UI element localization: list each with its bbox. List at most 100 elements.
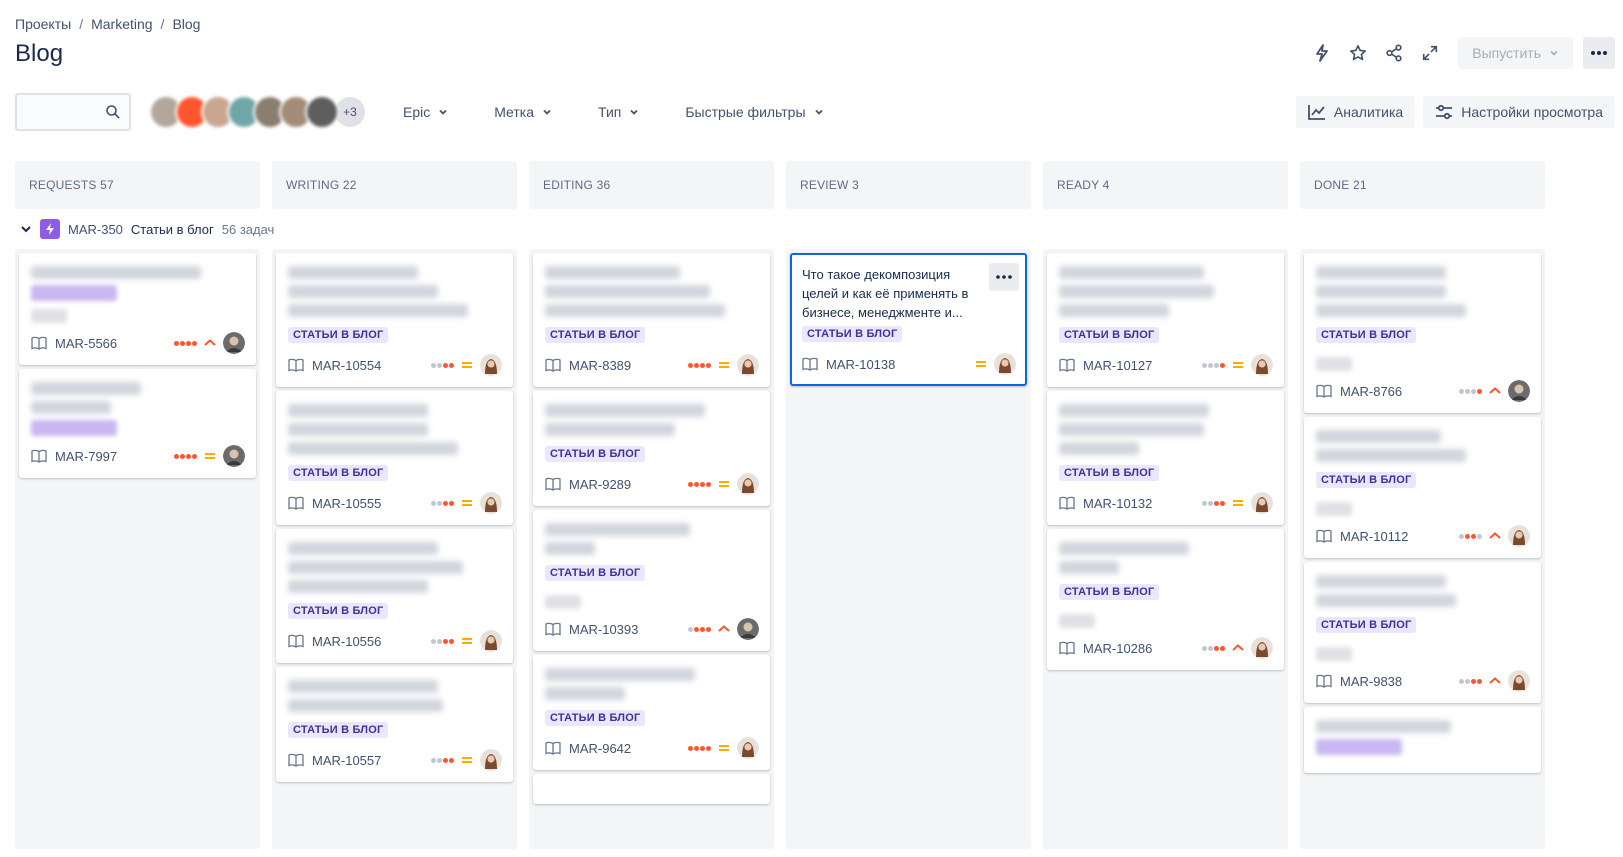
assignee-avatar[interactable]	[223, 332, 245, 354]
automation-icon[interactable]	[1306, 37, 1338, 69]
issue-key[interactable]: MAR-9642	[569, 741, 631, 756]
release-button[interactable]: Выпустить	[1458, 37, 1573, 69]
issue-key[interactable]: MAR-10554	[312, 358, 381, 373]
issue-card[interactable]: СТАТЬИ В БЛОГ MAR-10127	[1047, 253, 1284, 387]
assignee-avatar[interactable]	[480, 354, 502, 376]
assignee-avatar[interactable]	[737, 737, 759, 759]
card-more-button[interactable]	[989, 263, 1019, 291]
issue-card[interactable]: MAR-5566	[19, 253, 256, 365]
assignee-avatar[interactable]	[737, 354, 759, 376]
lane-writing: СТАТЬИ В БЛОГ MAR-10554 СТАТЬИ В БЛОГ MA…	[272, 249, 517, 849]
epic-label: СТАТЬИ В БЛОГ	[545, 565, 646, 581]
chevron-down-icon	[439, 109, 447, 115]
issue-card[interactable]: СТАТЬИ В БЛОГ MAR-8766	[1304, 253, 1541, 413]
issue-card[interactable]: СТАТЬИ В БЛОГ MAR-10557	[276, 667, 513, 782]
card-title: Что такое декомпозиция целей и как её пр…	[802, 267, 969, 320]
assignee-avatar[interactable]	[1251, 354, 1273, 376]
analytics-button[interactable]: Аналитика	[1295, 96, 1416, 128]
swimlane-header[interactable]: MAR-350 Статьи в блог 56 задач	[20, 219, 274, 239]
issue-key[interactable]: MAR-7997	[55, 449, 117, 464]
column-header-ready[interactable]: READY 4	[1043, 161, 1288, 209]
issue-card[interactable]: СТАТЬИ В БЛОГ MAR-10286	[1047, 529, 1284, 670]
more-icon	[1591, 51, 1607, 55]
assignee-avatar[interactable]	[223, 445, 245, 467]
avatar[interactable]	[305, 95, 339, 129]
card-title-blurred	[1059, 304, 1169, 317]
fullscreen-icon[interactable]	[1414, 37, 1446, 69]
issue-key[interactable]: MAR-9838	[1340, 674, 1402, 689]
issue-card[interactable]: СТАТЬИ В БЛОГ MAR-10132	[1047, 391, 1284, 525]
issue-card[interactable]: СТАТЬИ В БЛОГ MAR-10556	[276, 529, 513, 663]
epic-label: СТАТЬИ В БЛОГ	[1059, 584, 1160, 600]
issue-card[interactable]: СТАТЬИ В БЛОГ MAR-10112	[1304, 417, 1541, 558]
issue-card[interactable]: СТАТЬИ В БЛОГ MAR-10393	[533, 510, 770, 651]
issue-card[interactable]	[1304, 707, 1541, 773]
assignee-avatar[interactable]	[480, 492, 502, 514]
issue-card[interactable]: СТАТЬИ В БЛОГ MAR-10555	[276, 391, 513, 525]
issue-card[interactable]: MAR-7997	[19, 369, 256, 478]
issue-key[interactable]: MAR-10132	[1083, 496, 1152, 511]
card-title-blurred	[1059, 423, 1204, 436]
column-header-writing[interactable]: WRITING 22	[272, 161, 517, 209]
card-estimate-blurred	[1059, 614, 1095, 628]
issue-key[interactable]: MAR-10138	[826, 357, 895, 372]
breadcrumb-blog[interactable]: Blog	[172, 16, 200, 32]
assignee-avatar[interactable]	[1508, 525, 1530, 547]
issue-key[interactable]: MAR-10286	[1083, 641, 1152, 656]
filter-type[interactable]: Тип	[588, 96, 649, 128]
column-header-review[interactable]: REVIEW 3	[786, 161, 1031, 209]
issue-card[interactable]: СТАТЬИ В БЛОГ MAR-10554	[276, 253, 513, 387]
card-title-blurred	[288, 404, 428, 417]
assignee-avatar[interactable]	[1508, 380, 1530, 402]
issue-key[interactable]: MAR-9289	[569, 477, 631, 492]
issue-key[interactable]: MAR-10127	[1083, 358, 1152, 373]
story-icon	[288, 496, 304, 510]
issue-key[interactable]: MAR-10112	[1340, 529, 1408, 544]
assignee-avatar[interactable]	[1251, 492, 1273, 514]
chevron-down-icon[interactable]	[20, 223, 32, 235]
column-header-done[interactable]: DONE 21	[1300, 161, 1545, 209]
card-title-blurred	[545, 404, 705, 417]
card-title-blurred	[1316, 449, 1466, 462]
assignee-avatar[interactable]	[480, 630, 502, 652]
column-header-editing[interactable]: EDITING 36	[529, 161, 774, 209]
issue-key[interactable]: MAR-10557	[312, 753, 381, 768]
issue-card[interactable]: СТАТЬИ В БЛОГ MAR-9838	[1304, 562, 1541, 703]
card-title-blurred	[545, 668, 695, 681]
swimlane-key[interactable]: MAR-350	[68, 222, 123, 237]
more-actions-button[interactable]	[1583, 37, 1615, 69]
filter-epic[interactable]: Epic	[393, 96, 458, 128]
story-icon	[1316, 674, 1332, 688]
share-icon[interactable]	[1378, 37, 1410, 69]
breadcrumb-separator: /	[79, 16, 84, 32]
issue-key[interactable]: MAR-10555	[312, 496, 381, 511]
column-header-requests[interactable]: REQUESTS 57	[15, 161, 260, 209]
search-input[interactable]	[17, 95, 97, 129]
issue-card-selected[interactable]: Что такое декомпозиция целей и как её пр…	[790, 253, 1027, 386]
filter-quick[interactable]: Быстрые фильтры	[675, 96, 833, 128]
issue-key[interactable]: MAR-8389	[569, 358, 631, 373]
assignee-avatar[interactable]	[1251, 637, 1273, 659]
assignee-avatar[interactable]	[1508, 670, 1530, 692]
story-icon	[545, 741, 561, 755]
assignee-avatar[interactable]	[994, 353, 1016, 375]
issue-key[interactable]: MAR-8766	[1340, 384, 1402, 399]
breadcrumb-marketing[interactable]: Marketing	[91, 16, 152, 32]
view-settings-button[interactable]: Настройки просмотра	[1423, 96, 1615, 128]
assignee-avatar[interactable]	[480, 749, 502, 771]
search-field[interactable]	[15, 93, 131, 131]
issue-card[interactable]: СТАТЬИ В БЛОГ MAR-8389	[533, 253, 770, 387]
filter-label-dropdown[interactable]: Метка	[484, 96, 562, 128]
issue-key[interactable]: MAR-10556	[312, 634, 381, 649]
card-title-blurred	[288, 699, 443, 712]
breadcrumb-projects[interactable]: Проекты	[15, 16, 71, 32]
assignee-avatar[interactable]	[737, 618, 759, 640]
star-icon[interactable]	[1342, 37, 1374, 69]
issue-key[interactable]: MAR-10393	[569, 622, 638, 637]
assignee-avatar[interactable]	[737, 473, 759, 495]
issue-key[interactable]: MAR-5566	[55, 336, 117, 351]
issue-card[interactable]: СТАТЬИ В БЛОГ MAR-9642	[533, 655, 770, 770]
filter-label: Тип	[598, 104, 622, 120]
issue-card[interactable]: СТАТЬИ В БЛОГ MAR-9289	[533, 391, 770, 506]
issue-card[interactable]	[533, 774, 770, 804]
